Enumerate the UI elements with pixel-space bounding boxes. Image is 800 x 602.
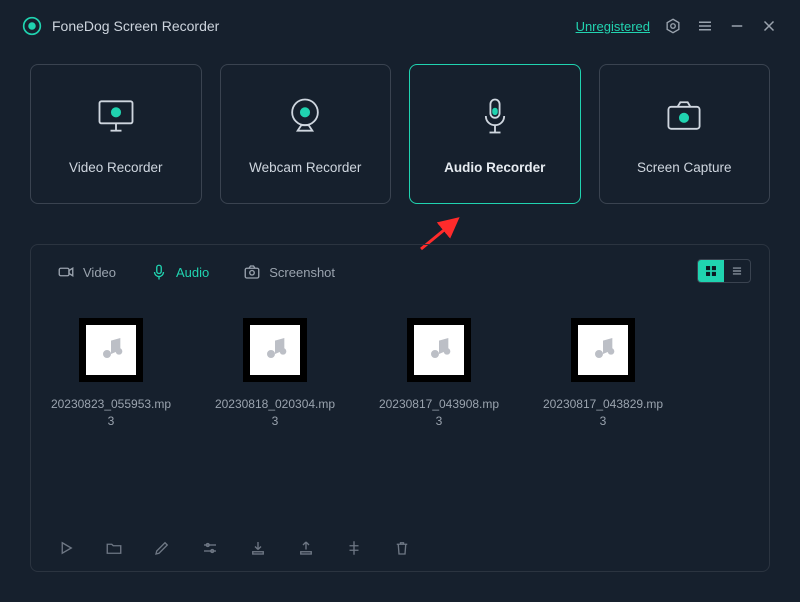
mode-label: Video Recorder xyxy=(69,160,163,175)
app-title: FoneDog Screen Recorder xyxy=(52,18,219,34)
settings-icon[interactable] xyxy=(664,17,682,35)
menu-icon[interactable] xyxy=(696,17,714,35)
file-item[interactable]: 20230817_043908.mp3 xyxy=(377,318,501,430)
mode-grid: Video Recorder Webcam Recorder Audio Rec… xyxy=(0,52,800,204)
trash-icon[interactable] xyxy=(393,539,411,557)
list-view-button[interactable] xyxy=(724,260,750,282)
registration-status-link[interactable]: Unregistered xyxy=(576,19,650,34)
file-item[interactable]: 20230818_020304.mp3 xyxy=(213,318,337,430)
app-brand: FoneDog Screen Recorder xyxy=(22,16,219,36)
mode-label: Audio Recorder xyxy=(444,160,545,175)
monitor-record-icon xyxy=(94,94,138,138)
file-item[interactable]: 20230817_043829.mp3 xyxy=(541,318,665,430)
file-item[interactable]: 20230823_055953.mp3 xyxy=(49,318,173,430)
file-thumbnail xyxy=(571,318,635,382)
file-name: 20230823_055953.mp3 xyxy=(49,396,173,430)
minimize-button[interactable] xyxy=(728,17,746,35)
webcam-icon xyxy=(283,94,327,138)
view-toggle xyxy=(697,259,751,283)
title-bar-controls: Unregistered xyxy=(576,17,778,35)
sliders-icon[interactable] xyxy=(201,539,219,557)
file-toolbar xyxy=(31,523,769,571)
edit-icon[interactable] xyxy=(153,539,171,557)
tab-video[interactable]: Video xyxy=(57,263,116,281)
file-thumbnail xyxy=(243,318,307,382)
download-icon[interactable] xyxy=(249,539,267,557)
grid-view-button[interactable] xyxy=(698,260,724,282)
file-thumbnail xyxy=(79,318,143,382)
mode-label: Webcam Recorder xyxy=(249,160,361,175)
app-logo-icon xyxy=(22,16,42,36)
mode-screen-capture[interactable]: Screen Capture xyxy=(599,64,771,204)
microphone-icon xyxy=(473,94,517,138)
file-name: 20230817_043829.mp3 xyxy=(541,396,665,430)
folder-icon[interactable] xyxy=(105,539,123,557)
history-panel: Video Audio Screenshot 20230823_055953.m… xyxy=(30,244,770,572)
mode-label: Screen Capture xyxy=(637,160,732,175)
camera-icon xyxy=(662,94,706,138)
tab-label: Screenshot xyxy=(269,265,335,280)
share-icon[interactable] xyxy=(297,539,315,557)
close-button[interactable] xyxy=(760,17,778,35)
mode-audio-recorder[interactable]: Audio Recorder xyxy=(409,64,581,204)
tab-label: Video xyxy=(83,265,116,280)
convert-icon[interactable] xyxy=(345,539,363,557)
file-grid: 20230823_055953.mp3 20230818_020304.mp3 … xyxy=(31,290,769,430)
tab-label: Audio xyxy=(176,265,209,280)
file-name: 20230818_020304.mp3 xyxy=(213,396,337,430)
file-type-tabs: Video Audio Screenshot xyxy=(31,245,769,290)
mode-video-recorder[interactable]: Video Recorder xyxy=(30,64,202,204)
mode-webcam-recorder[interactable]: Webcam Recorder xyxy=(220,64,392,204)
file-thumbnail xyxy=(407,318,471,382)
title-bar: FoneDog Screen Recorder Unregistered xyxy=(0,0,800,52)
play-icon[interactable] xyxy=(57,539,75,557)
tab-audio[interactable]: Audio xyxy=(150,263,209,281)
tab-screenshot[interactable]: Screenshot xyxy=(243,263,335,281)
file-name: 20230817_043908.mp3 xyxy=(377,396,501,430)
